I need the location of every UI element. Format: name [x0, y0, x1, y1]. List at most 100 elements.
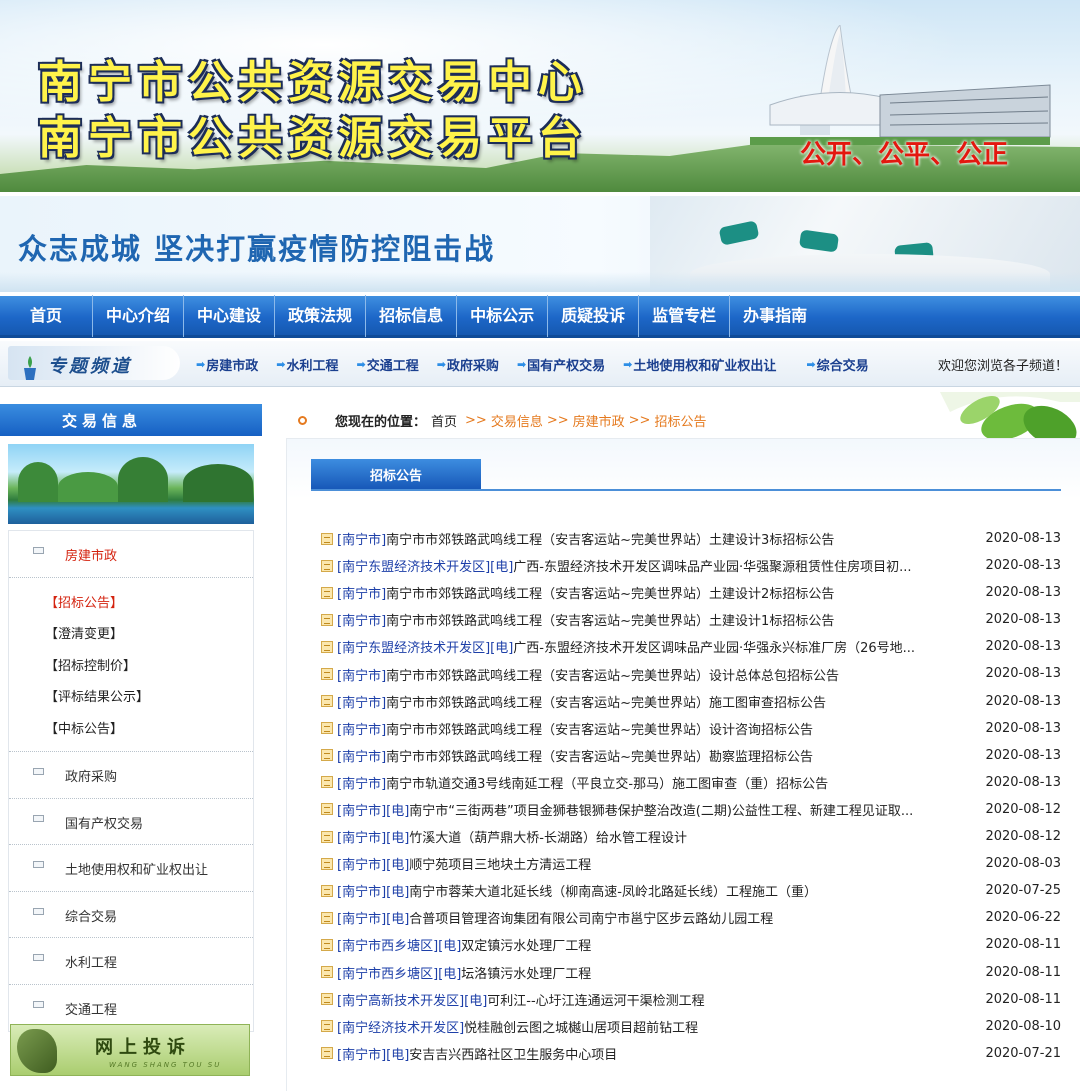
list-item[interactable]: [南宁市]南宁市市郊铁路武鸣线工程（安吉客运站~完美世界站）土建设计2标招标公告… — [321, 579, 1061, 606]
arrow-right-icon: ➡ — [516, 357, 527, 371]
sidebar-item-procurement[interactable]: 政府采购 — [9, 752, 253, 799]
bullet-icon — [33, 768, 44, 776]
list-item[interactable]: [南宁市][电]南宁市蓉茉大道北延长线（柳南高速-凤岭北路延长线）工程施工（重）… — [321, 877, 1061, 904]
list-item-date: 2020-08-13 — [985, 585, 1061, 601]
list-item[interactable]: [南宁市][电]安吉吉兴西路社区卫生服务中心项目 2020-07-21 — [321, 1040, 1061, 1067]
list-item[interactable]: [南宁市][电]竹溪大道（葫芦鼎大桥-长湖路）给水管工程设计 2020-08-12 — [321, 823, 1061, 850]
list-item-title: [南宁市]南宁市市郊铁路武鸣线工程（安吉客运站~完美世界站）土建设计3标招标公告 — [337, 529, 937, 548]
list-item-date: 2020-08-11 — [985, 964, 1061, 980]
sidebar-item-land-mining[interactable]: 土地使用权和矿业权出让 — [9, 845, 253, 892]
breadcrumb-separator: >> — [546, 412, 569, 428]
breadcrumb-separator: >> — [465, 412, 487, 428]
online-complaint-button[interactable]: 网上投诉 WANG SHANG TOU SU — [10, 1024, 250, 1076]
nav-item-home[interactable]: 首页 — [0, 294, 94, 337]
sidebar-item-label: 交通工程 — [65, 1002, 118, 1018]
list-item-region: [南宁东盟经济技术开发区][电] — [337, 641, 514, 657]
list-item-date: 2020-08-13 — [985, 666, 1061, 682]
topic-channels-label: 专题频道 — [8, 346, 180, 380]
breadcrumb-housing[interactable]: 房建市政 — [573, 411, 625, 430]
document-icon — [321, 938, 333, 951]
sidebar-item-water[interactable]: 水利工程 — [9, 938, 253, 985]
list-item-region: [南宁市][电] — [337, 831, 410, 847]
topic-link-label: 房建市政 — [206, 358, 259, 374]
breadcrumb-home[interactable]: 首页 — [431, 411, 457, 430]
sidebar-item-label: 土地使用权和矿业权出让 — [65, 863, 209, 879]
sidebar-item-state-assets[interactable]: 国有产权交易 — [9, 799, 253, 846]
list-item-title: [南宁东盟经济技术开发区][电]广西-东盟经济技术开发区调味品产业园·华强永兴标… — [337, 637, 937, 656]
topic-channels-bar: 专题频道 ➡ 房建市政 ➡ 水利工程 ➡ 交通工程 ➡ 政府采购 ➡ 国有产权交易 ➡ 土地… — [0, 341, 1080, 387]
list-item-text: 竹溪大道（葫芦鼎大桥-长湖路）给水管工程设计 — [409, 831, 687, 847]
topic-link-transport[interactable]: ➡ 交通工程 — [356, 355, 418, 374]
topic-link-comprehensive[interactable]: ➡ 综合交易 — [806, 355, 868, 374]
sidebar-item-comprehensive[interactable]: 综合交易 — [9, 892, 253, 939]
list-item[interactable]: [南宁市]南宁市市郊铁路武鸣线工程（安吉客运站~完美世界站）勘察监理招标公告 20… — [321, 742, 1061, 769]
list-item[interactable]: [南宁市][电]南宁市“三街两巷”项目金狮巷银狮巷保护整治改造(二期)公益性工程… — [321, 796, 1061, 823]
list-item-date: 2020-08-11 — [985, 937, 1061, 953]
list-item[interactable]: [南宁市]南宁市轨道交通3号线南延工程（平良立交-那马）施工图审查（重）招标公告… — [321, 769, 1061, 796]
list-item[interactable]: [南宁市][电]顺宁苑项目三地块土方清运工程 2020-08-03 — [321, 850, 1061, 877]
list-item[interactable]: [南宁市]南宁市市郊铁路武鸣线工程（安吉客运站~完美世界站）设计咨询招标公告 20… — [321, 715, 1061, 742]
list-item-region: [南宁市][电] — [337, 1047, 410, 1063]
sidebar-item-housing[interactable]: 房建市政 — [9, 531, 253, 578]
topic-link-state-assets[interactable]: ➡ 国有产权交易 — [517, 355, 605, 374]
nav-item-guide[interactable]: 办事指南 — [730, 295, 820, 337]
topic-link-label: 综合交易 — [816, 358, 869, 374]
document-icon — [321, 722, 333, 735]
document-icon — [321, 857, 333, 870]
nav-item-award-notice[interactable]: 中标公示 — [457, 294, 549, 337]
bullet-icon — [33, 907, 44, 915]
topic-link-land-mining[interactable]: ➡ 土地使用权和矿业权出让 — [623, 355, 776, 374]
sidebar-item-label: 房建市政 — [65, 549, 118, 564]
header-title-line1: 南宁市公共资源交易中心 — [38, 57, 588, 108]
complaint-subtitle: WANG SHANG TOU SU — [109, 1061, 222, 1069]
nav-item-construction[interactable]: 中心建设 — [184, 294, 276, 337]
list-item-text: 南宁市市郊铁路武鸣线工程（安吉客运站~完美世界站）勘察监理招标公告 — [386, 749, 814, 765]
nav-item-about[interactable]: 中心介绍 — [93, 294, 185, 337]
nav-item-tender-info[interactable]: 招标信息 — [366, 294, 458, 337]
list-item-title: [南宁市]南宁市市郊铁路武鸣线工程（安吉客运站~完美世界站）土建设计2标招标公告 — [337, 583, 937, 602]
list-item-text: 悦桂融创云图之城樾山居项目超前钻工程 — [464, 1020, 699, 1036]
list-item-title: [南宁市][电]顺宁苑项目三地块土方清运工程 — [337, 854, 937, 873]
list-item[interactable]: [南宁市][电]合普项目管理咨询集团有限公司南宁市邕宁区步云路幼儿园工程 2020… — [321, 904, 1061, 931]
topic-link-housing[interactable]: ➡ 房建市政 — [196, 355, 258, 374]
list-item[interactable]: [南宁经济技术开发区]悦桂融创云图之城樾山居项目超前钻工程 2020-08-10 — [321, 1013, 1061, 1040]
list-item-region: [南宁高新技术开发区][电] — [337, 993, 488, 1009]
document-icon — [321, 993, 333, 1006]
list-item-text: 南宁市市郊铁路武鸣线工程（安吉客运站~完美世界站）施工图审查招标公告 — [386, 695, 827, 711]
submenu-award-notice[interactable]: 【中标公告】 — [45, 714, 253, 746]
notice-list: [南宁市]南宁市市郊铁路武鸣线工程（安吉客运站~完美世界站）土建设计3标招标公告… — [321, 525, 1061, 1067]
list-item[interactable]: [南宁高新技术开发区][电]可利江--心圩江连通运河干渠检测工程 2020-08-… — [321, 986, 1061, 1013]
list-item[interactable]: [南宁市西乡塘区][电]坛洛镇污水处理厂工程 2020-08-11 — [321, 959, 1061, 986]
submenu-tender-notice[interactable]: 【招标公告】 — [45, 588, 253, 620]
topic-link-procurement[interactable]: ➡ 政府采购 — [437, 355, 499, 374]
list-item-title: [南宁市][电]合普项目管理咨询集团有限公司南宁市邕宁区步云路幼儿园工程 — [337, 908, 937, 927]
list-item[interactable]: [南宁东盟经济技术开发区][电]广西-东盟经济技术开发区调味品产业园·华强永兴标… — [321, 633, 1061, 660]
list-item[interactable]: [南宁市]南宁市市郊铁路武鸣线工程（安吉客运站~完美世界站）施工图审查招标公告 2… — [321, 688, 1061, 715]
topic-link-water[interactable]: ➡ 水利工程 — [276, 355, 338, 374]
topic-link-label: 政府采购 — [446, 358, 499, 374]
list-item-text: 可利江--心圩江连通运河干渠检测工程 — [487, 993, 705, 1009]
list-item[interactable]: [南宁东盟经济技术开发区][电]广西-东盟经济技术开发区调味品产业园·华强聚源租… — [321, 552, 1061, 579]
submenu-control-price[interactable]: 【招标控制价】 — [45, 651, 253, 683]
breadcrumb-trade-info[interactable]: 交易信息 — [491, 411, 543, 430]
list-item-date: 2020-06-22 — [985, 910, 1061, 926]
list-item[interactable]: [南宁市]南宁市市郊铁路武鸣线工程（安吉客运站~完美世界站）设计总体总包招标公告… — [321, 660, 1061, 687]
list-item-text: 双定镇污水处理厂工程 — [461, 939, 592, 955]
document-icon — [321, 559, 333, 572]
list-item-text: 安吉吉兴西路社区卫生服务中心项目 — [409, 1047, 618, 1063]
list-item-date: 2020-08-13 — [985, 693, 1061, 709]
nav-item-complaints[interactable]: 质疑投诉 — [548, 294, 640, 337]
list-item[interactable]: [南宁市西乡塘区][电]双定镇污水处理厂工程 2020-08-11 — [321, 931, 1061, 958]
document-icon — [321, 749, 333, 762]
list-item-region: [南宁市] — [337, 776, 387, 792]
nav-item-supervision[interactable]: 监管专栏 — [639, 294, 731, 337]
submenu-evaluation-result[interactable]: 【评标结果公示】 — [45, 682, 253, 714]
arrow-right-icon: ➡ — [623, 357, 633, 371]
breadcrumb-tender-notice[interactable]: 招标公告 — [654, 411, 706, 430]
list-item[interactable]: [南宁市]南宁市市郊铁路武鸣线工程（安吉客运站~完美世界站）土建设计3标招标公告… — [321, 525, 1061, 552]
nav-item-policy[interactable]: 政策法规 — [275, 294, 367, 337]
main-nav: 首页 中心介绍 中心建设 政策法规 招标信息 中标公示 质疑投诉 监管专栏 办事… — [0, 294, 1080, 338]
list-item[interactable]: [南宁市]南宁市市郊铁路武鸣线工程（安吉客运站~完美世界站）土建设计1标招标公告… — [321, 606, 1061, 633]
submenu-clarification[interactable]: 【澄清变更】 — [45, 619, 253, 651]
tab-tender-notice[interactable]: 招标公告 — [311, 459, 481, 489]
